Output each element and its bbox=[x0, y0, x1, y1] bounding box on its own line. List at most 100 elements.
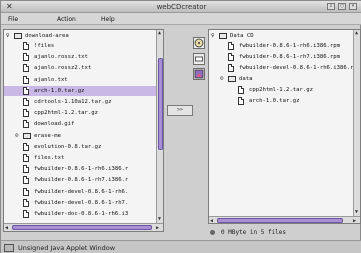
add-to-cd-button[interactable]: >> bbox=[167, 105, 193, 116]
file-icon bbox=[23, 165, 29, 174]
file-icon bbox=[23, 120, 29, 129]
file-icon bbox=[23, 64, 29, 73]
file-icon bbox=[23, 86, 29, 95]
file-name: fwbuilder-devel-0.8.6-1-rh6. bbox=[34, 188, 129, 195]
tree-root-data-cd[interactable]: ♀ Data CD bbox=[209, 31, 352, 41]
file-item[interactable]: download.gif bbox=[4, 119, 156, 129]
folder-icon bbox=[228, 76, 236, 82]
file-item[interactable]: cdrtools-1.10a12.tar.gz bbox=[4, 97, 156, 107]
title-bar: ✕ webCDcreator ▫ ▢ ▾ bbox=[1, 1, 361, 13]
file-item[interactable]: ajanlo.rossz.txt bbox=[4, 52, 156, 62]
file-name: ajanlo.rossz.txt bbox=[34, 54, 88, 61]
file-name: files.txt bbox=[34, 155, 65, 161]
scroll-left-icon[interactable]: ◀ bbox=[210, 218, 213, 223]
applet-window: ✕ webCDcreator ▫ ▢ ▾ File Action Help ♀ … bbox=[0, 0, 361, 253]
java-cup-icon bbox=[4, 244, 14, 252]
source-horizontal-scrollbar[interactable]: ◀ ▶ bbox=[4, 223, 163, 231]
file-item[interactable]: fwbuilder-doc-0.8.6-1-rh6.i3 bbox=[4, 209, 156, 219]
file-item[interactable]: fwbuilder-devel-0.8.6-1-rh6. bbox=[4, 187, 156, 197]
file-name: fwbuilder-devel-0.8.6-1-rh6.i386.r bbox=[239, 65, 354, 71]
file-item[interactable]: fwbuilder-0.8.6-1-rh6.i386.rpm bbox=[209, 41, 352, 51]
file-icon bbox=[23, 98, 29, 106]
cd-vertical-scrollbar[interactable]: ▲ ▼ bbox=[353, 30, 360, 216]
folder-icon bbox=[23, 132, 31, 139]
folder-item[interactable]: ⊙ data bbox=[209, 74, 352, 84]
file-item[interactable]: arch-1.0.tar.gz bbox=[209, 96, 352, 106]
menu-bar: File Action Help bbox=[1, 13, 361, 25]
file-item[interactable]: !files bbox=[4, 41, 156, 51]
file-name: download.gif bbox=[34, 121, 75, 128]
file-name: fwbuilder-doc-0.8.6-1-rh6.i3 bbox=[34, 211, 129, 217]
expand-icon[interactable]: ♀ bbox=[211, 33, 215, 39]
menu-action[interactable]: Action bbox=[57, 16, 76, 23]
scroll-up-icon[interactable]: ▲ bbox=[355, 30, 358, 36]
file-name: cpp2html-1.2.tar.gz bbox=[249, 87, 313, 93]
file-name: fwbuilder-devel-0.8.6-1-rh7. bbox=[34, 199, 129, 206]
file-item[interactable]: evolution-0.8.tar.gz bbox=[4, 142, 156, 152]
cd-tree-panel[interactable]: ♀ Data CD fwbuilder-0.8.6-1-rh6.i386.rpm… bbox=[208, 29, 361, 224]
file-item[interactable]: cpp2html-1.2.tar.gz bbox=[209, 85, 352, 95]
file-icon bbox=[228, 53, 234, 61]
expand-icon[interactable]: ⊙ bbox=[15, 132, 19, 139]
file-name: evolution-0.8.tar.gz bbox=[34, 143, 102, 150]
menu-file[interactable]: File bbox=[8, 16, 18, 23]
file-icon bbox=[238, 97, 244, 105]
file-icon bbox=[23, 198, 29, 207]
tree-root-download-area[interactable]: ♀ download-area bbox=[4, 31, 156, 41]
folder-icon bbox=[14, 33, 22, 39]
scroll-left-icon[interactable]: ◀ bbox=[5, 225, 8, 231]
applet-warning-label: Unsigned Java Applet Window bbox=[18, 244, 116, 252]
source-vertical-scrollbar[interactable]: ▲ ▼ bbox=[156, 30, 163, 223]
scroll-down-icon[interactable]: ▼ bbox=[158, 216, 161, 222]
file-name: cdrtools-1.10a12.tar.gz bbox=[34, 99, 112, 105]
expand-icon[interactable]: ⊙ bbox=[220, 76, 224, 82]
file-item[interactable]: files.txt bbox=[4, 153, 156, 163]
file-item[interactable]: fwbuilder-0.8.6-1-rh7.i386.rpm bbox=[209, 52, 352, 62]
scroll-up-icon[interactable]: ▲ bbox=[158, 30, 161, 36]
expand-icon[interactable]: ♀ bbox=[6, 33, 10, 39]
file-name: !files bbox=[34, 43, 55, 49]
file-name: arch-1.0.tar.gz bbox=[34, 87, 85, 94]
image-icon[interactable] bbox=[193, 68, 205, 80]
source-tree-panel[interactable]: ♀ download-area !files ajanlo.rossz.txt aj… bbox=[3, 29, 164, 232]
cd-burn-icon[interactable] bbox=[193, 37, 205, 49]
file-icon bbox=[228, 42, 234, 50]
file-icon bbox=[23, 109, 29, 118]
shade-icon[interactable]: ▾ bbox=[349, 3, 357, 10]
file-item[interactable]: arch-1.0.tar.gz bbox=[4, 85, 156, 96]
file-icon bbox=[23, 210, 29, 218]
file-item[interactable]: fwbuilder-0.8.6-1-rh6.i386.r bbox=[4, 164, 156, 174]
file-icon bbox=[228, 64, 234, 72]
file-name: fwbuilder-0.8.6-1-rh7.i386.r bbox=[34, 177, 129, 184]
file-icon bbox=[23, 75, 29, 84]
file-icon bbox=[23, 187, 29, 196]
file-name: ajanlo.rossz2.txt bbox=[34, 65, 92, 72]
file-name: fwbuilder-0.8.6-1-rh7.i386.rpm bbox=[239, 54, 341, 60]
folder-item[interactable]: ⊙ erase-me bbox=[4, 131, 156, 141]
file-item[interactable]: fwbuilder-devel-0.8.6-1-rh6.i386.r bbox=[209, 63, 354, 73]
file-item[interactable]: cpp2html-1.2.tar.gz bbox=[4, 108, 156, 118]
scroll-right-icon[interactable]: ▶ bbox=[156, 225, 159, 231]
applet-warning-bar: Unsigned Java Applet Window bbox=[1, 240, 361, 253]
file-icon bbox=[23, 154, 29, 162]
source-scroll-thumb[interactable] bbox=[158, 58, 163, 150]
file-item[interactable]: fwbuilder-devel-0.8.6-1-rh7. bbox=[4, 198, 156, 208]
scroll-down-icon[interactable]: ▼ bbox=[355, 209, 358, 215]
source-hscroll-thumb[interactable] bbox=[12, 225, 152, 230]
maximize-icon[interactable]: ▢ bbox=[338, 3, 346, 10]
window-title: webCDcreator bbox=[156, 3, 207, 11]
cd-horizontal-scrollbar[interactable]: ◀ ▶ bbox=[209, 216, 360, 223]
file-name: fwbuilder-0.8.6-1-rh6.i386.r bbox=[34, 166, 129, 173]
file-icon bbox=[23, 42, 29, 50]
file-item[interactable]: ajanlo.txt bbox=[4, 75, 156, 85]
file-name: erase-me bbox=[34, 132, 61, 139]
file-item[interactable]: ajanlo.rossz2.txt bbox=[4, 63, 156, 73]
file-name: data bbox=[239, 76, 253, 82]
menu-help[interactable]: Help bbox=[101, 16, 115, 23]
eject-icon[interactable] bbox=[193, 53, 205, 65]
cd-hscroll-thumb[interactable] bbox=[217, 218, 343, 223]
file-item[interactable]: fwbuilder-0.8.6-1-rh7.i386.r bbox=[4, 175, 156, 185]
status-dot-icon bbox=[210, 230, 215, 235]
scroll-right-icon[interactable]: ▶ bbox=[353, 218, 356, 223]
minimize-icon[interactable]: ▫ bbox=[327, 3, 335, 10]
